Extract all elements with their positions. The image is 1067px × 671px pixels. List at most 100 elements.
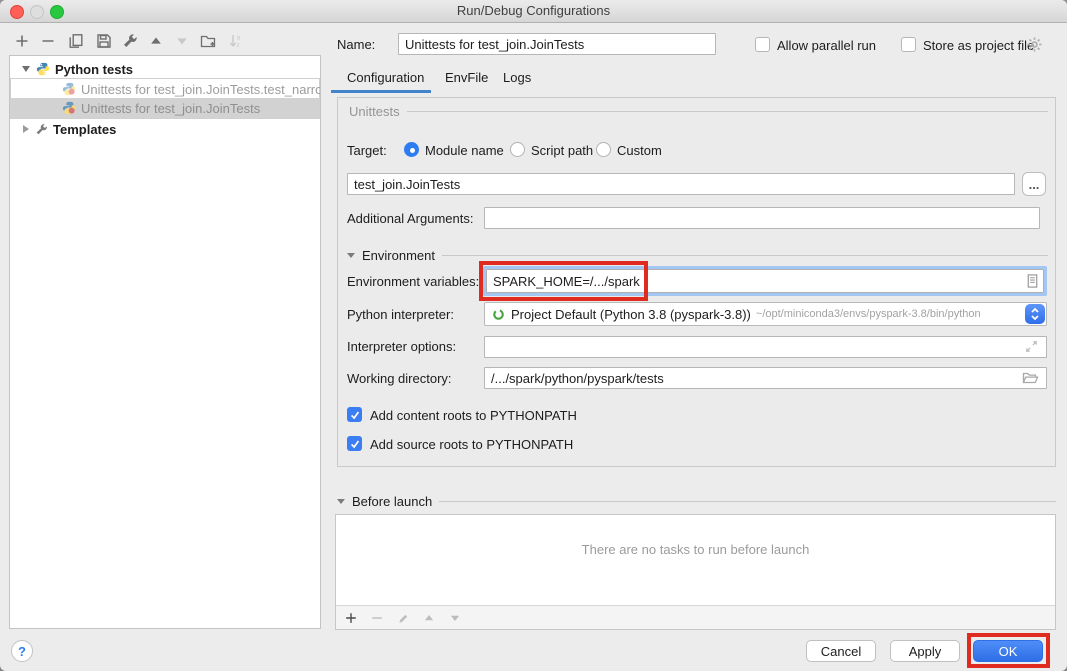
ellipsis-icon: ... <box>1029 177 1040 192</box>
expand-collapse-icon[interactable] <box>23 125 29 133</box>
tab-configuration[interactable]: Configuration <box>347 70 424 85</box>
environment-variables-input[interactable] <box>486 269 1044 293</box>
radio-script-path[interactable] <box>510 142 525 157</box>
new-folder-button[interactable] <box>198 31 218 51</box>
tree-item-unittests-jointests-selected[interactable]: Unittests for test_join.JoinTests <box>10 98 320 118</box>
python-interpreter-select[interactable]: Project Default (Python 3.8 (pyspark-3.8… <box>484 302 1047 326</box>
expand-field-icon[interactable] <box>1024 339 1039 354</box>
before-launch-toolbar <box>336 605 1055 629</box>
python-tests-icon <box>36 62 50 76</box>
tree-item-python-tests[interactable]: Python tests <box>10 59 320 79</box>
python-interpreter-label: Python interpreter: <box>347 307 454 322</box>
store-options-gear-icon[interactable] <box>1026 36 1043 53</box>
additional-arguments-label: Additional Arguments: <box>347 211 473 226</box>
divider <box>407 111 1048 112</box>
remove-configuration-button[interactable] <box>38 31 58 51</box>
cancel-button[interactable]: Cancel <box>806 640 876 662</box>
radio-custom-label: Custom <box>617 143 662 158</box>
interpreter-options-label: Interpreter options: <box>347 339 456 354</box>
allow-parallel-run-checkbox[interactable] <box>755 37 770 52</box>
check-icon <box>349 438 361 450</box>
browse-module-button[interactable]: ... <box>1022 172 1046 196</box>
conda-env-icon <box>492 308 505 321</box>
add-configuration-button[interactable] <box>12 31 32 51</box>
unittests-group-header: Unittests <box>349 104 1048 119</box>
radio-module-name-label: Module name <box>425 143 504 158</box>
sort-configurations-button[interactable]: az <box>226 31 246 51</box>
before-launch-header[interactable]: Before launch <box>337 494 1056 509</box>
environment-section-header[interactable]: Environment <box>347 248 1048 263</box>
add-task-button[interactable] <box>343 610 359 626</box>
apply-button[interactable]: Apply <box>890 640 960 662</box>
working-directory-input[interactable] <box>484 367 1047 389</box>
dropdown-stepper-icon[interactable] <box>1025 304 1045 324</box>
cancel-button-label: Cancel <box>821 644 861 659</box>
radio-module-name[interactable] <box>404 142 419 157</box>
working-directory-label: Working directory: <box>347 371 452 386</box>
tree-item-label: Python tests <box>55 62 133 77</box>
env-vars-editor-icon[interactable] <box>1025 273 1040 289</box>
check-icon <box>349 409 361 421</box>
tree-item-unittests-narrow[interactable]: Unittests for test_join.JoinTests.test_n… <box>10 79 320 99</box>
python-test-config-icon <box>62 82 76 96</box>
window-title: Run/Debug Configurations <box>0 3 1067 18</box>
sort-az-icon: az <box>228 33 244 49</box>
collapse-triangle-icon[interactable] <box>337 499 345 504</box>
ok-button-label: OK <box>999 644 1018 659</box>
tree-item-label: Templates <box>53 122 116 137</box>
before-launch-task-list <box>335 514 1056 630</box>
add-source-roots-checkbox[interactable] <box>347 436 362 451</box>
additional-arguments-input[interactable] <box>484 207 1040 229</box>
browse-folder-icon[interactable] <box>1022 370 1039 386</box>
store-as-project-file-checkbox[interactable] <box>901 37 916 52</box>
add-content-roots-checkbox[interactable] <box>347 407 362 422</box>
configurations-tree: Python tests Unittests for test_join.Joi… <box>9 55 321 629</box>
tab-logs[interactable]: Logs <box>503 70 531 85</box>
add-content-roots-label: Add content roots to PYTHONPATH <box>370 408 577 423</box>
edit-defaults-button[interactable] <box>120 31 140 51</box>
radio-script-path-label: Script path <box>531 143 593 158</box>
question-mark-icon: ? <box>18 644 26 659</box>
remove-icon <box>40 33 56 49</box>
wrench-icon <box>122 33 138 49</box>
name-input[interactable] <box>398 33 716 55</box>
expand-collapse-icon[interactable] <box>22 66 30 72</box>
store-as-project-file-label: Store as project file <box>923 38 1034 53</box>
name-label: Name: <box>337 37 375 52</box>
tree-item-templates[interactable]: Templates <box>10 119 320 139</box>
no-tasks-message: There are no tasks to run before launch <box>335 542 1056 557</box>
radio-custom[interactable] <box>596 142 611 157</box>
add-source-roots-label: Add source roots to PYTHONPATH <box>370 437 573 452</box>
ok-button[interactable]: OK <box>973 640 1043 662</box>
collapse-triangle-icon[interactable] <box>347 253 355 258</box>
move-task-up-button[interactable] <box>421 610 437 626</box>
before-launch-title: Before launch <box>352 494 432 509</box>
tree-item-label: Unittests for test_join.JoinTests.test_n… <box>81 82 320 97</box>
python-test-config-icon <box>62 101 76 115</box>
unittests-group-title: Unittests <box>349 104 400 119</box>
add-icon <box>14 33 30 49</box>
interpreter-options-input[interactable] <box>484 336 1047 358</box>
svg-text:a: a <box>237 35 241 42</box>
title-bar: Run/Debug Configurations <box>0 0 1067 23</box>
save-configuration-button[interactable] <box>94 31 114 51</box>
new-folder-icon <box>200 33 216 49</box>
allow-parallel-run-label: Allow parallel run <box>777 38 876 53</box>
divider <box>442 255 1048 256</box>
remove-task-button[interactable] <box>369 610 385 626</box>
copy-icon <box>68 33 84 49</box>
module-name-input[interactable] <box>347 173 1015 195</box>
tab-envfile[interactable]: EnvFile <box>445 70 488 85</box>
move-task-down-button[interactable] <box>447 610 463 626</box>
copy-configuration-button[interactable] <box>66 31 86 51</box>
environment-variables-label: Environment variables: <box>347 274 479 289</box>
help-button[interactable]: ? <box>11 640 33 662</box>
edit-task-button[interactable] <box>395 610 411 626</box>
move-up-icon <box>149 34 163 48</box>
move-up-button[interactable] <box>146 31 166 51</box>
move-down-button[interactable] <box>172 31 192 51</box>
save-icon <box>96 33 112 49</box>
tree-item-label: Unittests for test_join.JoinTests <box>81 101 260 116</box>
move-down-icon <box>175 34 189 48</box>
run-debug-configurations-dialog: Run/Debug Configurations az Python tests <box>0 0 1067 671</box>
